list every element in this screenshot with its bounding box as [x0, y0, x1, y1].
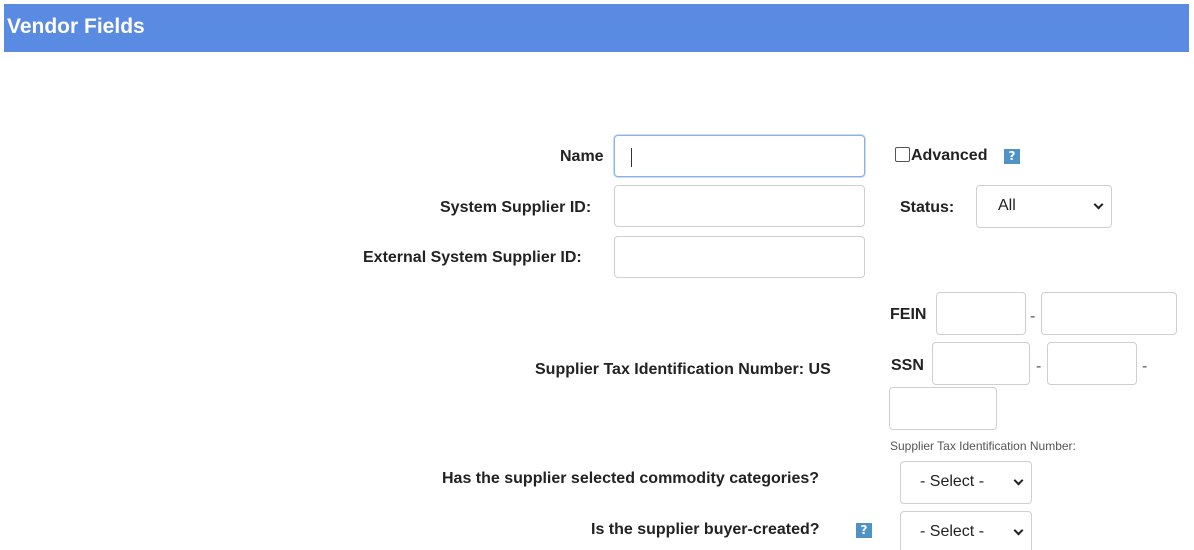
fein-part1-input[interactable]: [936, 292, 1026, 335]
fein-part2-input[interactable]: [1041, 292, 1177, 335]
buyer-created-select[interactable]: - Select -: [900, 511, 1032, 550]
system-supplier-id-input[interactable]: [614, 185, 865, 227]
status-label: Status:: [900, 199, 955, 216]
vendor-fields-page: Vendor Fields Name Advanced ? System Sup…: [0, 0, 1194, 550]
buyer-created-label: Is the supplier buyer-created?: [591, 521, 820, 538]
commodity-categories-select-value: - Select -: [920, 473, 985, 490]
advanced-label: Advanced: [911, 147, 988, 164]
ssn-part2-input[interactable]: [1047, 342, 1137, 385]
text-caret: [631, 148, 632, 167]
ssn-dash-1: -: [1036, 358, 1042, 375]
commodity-categories-label: Has the supplier selected commodity cate…: [442, 470, 820, 487]
fein-dash: -: [1030, 308, 1036, 325]
advanced-checkbox[interactable]: [895, 147, 910, 162]
chevron-down-icon: [1013, 475, 1024, 486]
advanced-help-icon[interactable]: ?: [1004, 149, 1020, 164]
name-label: Name: [560, 148, 604, 165]
section-header: Vendor Fields: [4, 4, 1189, 52]
tax-id-label: Supplier Tax Identification Number: US: [535, 361, 831, 378]
section-title: Vendor Fields: [7, 15, 145, 38]
external-system-supplier-id-input[interactable]: [614, 236, 865, 278]
status-select[interactable]: All: [976, 185, 1112, 228]
chevron-down-icon: [1013, 525, 1024, 536]
chevron-down-icon: [1093, 199, 1104, 210]
tax-id-hint: Supplier Tax Identification Number:: [890, 439, 1076, 453]
ssn-label: SSN: [891, 357, 924, 374]
status-select-value: All: [998, 197, 1016, 214]
buyer-created-select-value: - Select -: [920, 523, 985, 540]
external-system-supplier-id-label: External System Supplier ID:: [363, 249, 582, 266]
buyer-created-help-icon[interactable]: ?: [856, 523, 872, 538]
ssn-part3-input[interactable]: [889, 387, 997, 430]
ssn-part1-input[interactable]: [932, 342, 1030, 385]
ssn-dash-2: -: [1142, 358, 1148, 375]
system-supplier-id-label: System Supplier ID:: [440, 199, 592, 216]
fein-label: FEIN: [890, 306, 927, 323]
name-input[interactable]: [614, 135, 865, 177]
commodity-categories-select[interactable]: - Select -: [900, 461, 1032, 504]
